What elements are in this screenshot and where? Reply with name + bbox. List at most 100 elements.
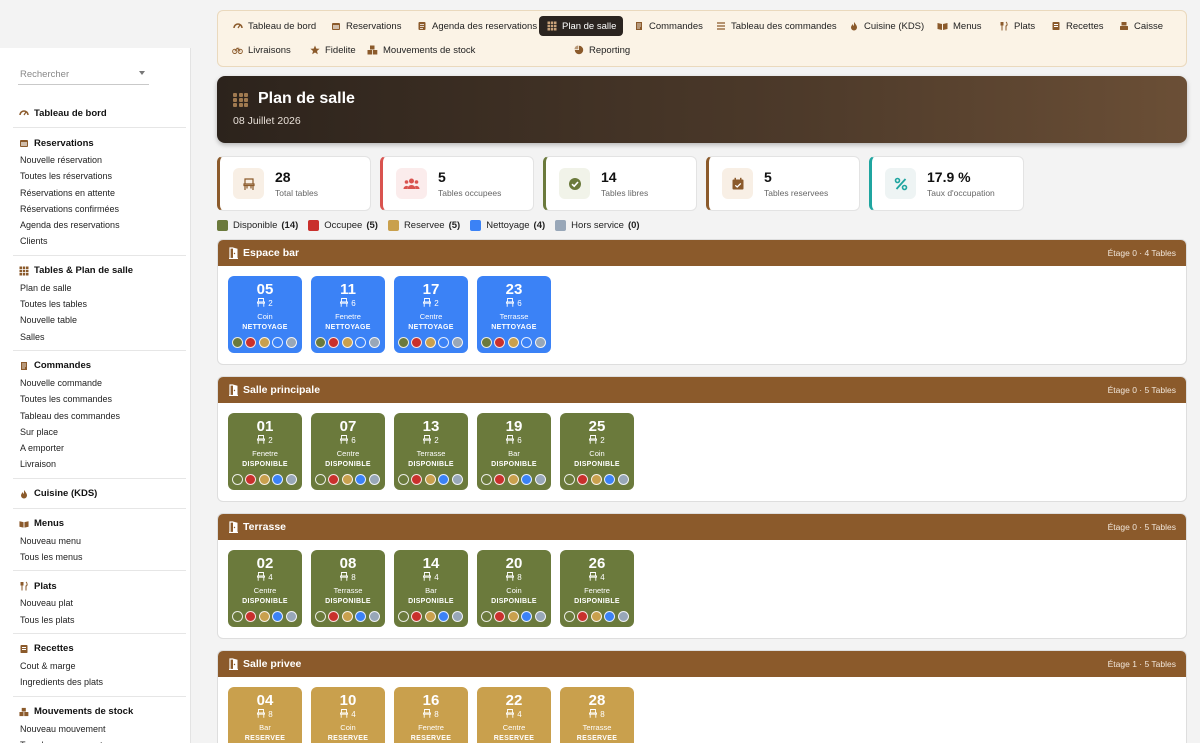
status-dot-disponible[interactable] <box>398 337 409 348</box>
sidebar-item[interactable]: Livraison <box>13 456 186 472</box>
status-dot-occupee[interactable] <box>411 337 423 348</box>
sidebar-group-title[interactable]: Tables & Plan de salle <box>13 262 186 280</box>
status-dot-hors[interactable] <box>285 337 297 348</box>
table-card[interactable]: 23 6 Terrasse NETTOYAGE <box>477 276 551 353</box>
topnav-item[interactable]: Tableau des commandes <box>708 16 844 36</box>
status-dot-hors[interactable] <box>368 474 380 485</box>
status-dot-nettoyage[interactable] <box>272 337 284 348</box>
status-dot-disponible[interactable] <box>232 611 243 622</box>
status-dot-reservee[interactable] <box>258 474 270 485</box>
table-card[interactable]: 14 4 Bar DISPONIBLE <box>394 550 468 627</box>
topnav-item[interactable]: Livraisons <box>225 40 298 60</box>
status-dot-occupee[interactable] <box>245 474 257 485</box>
status-dot-disponible[interactable] <box>232 474 243 485</box>
topnav-item[interactable]: Agenda des reservations <box>409 16 544 36</box>
sidebar-item[interactable]: Nouveau plat <box>13 595 186 611</box>
topnav-item[interactable]: Caisse <box>1111 16 1170 36</box>
status-dot-nettoyage[interactable] <box>604 611 616 622</box>
sidebar-item[interactable]: Sur place <box>13 424 186 440</box>
table-card[interactable]: 08 8 Terrasse DISPONIBLE <box>311 550 385 627</box>
table-card[interactable]: 19 6 Bar DISPONIBLE <box>477 413 551 490</box>
sidebar-group-title[interactable]: Mouvements de stock <box>13 703 186 721</box>
table-card[interactable]: 02 4 Centre DISPONIBLE <box>228 550 302 627</box>
status-dot-reservee[interactable] <box>341 474 353 485</box>
sidebar-item[interactable]: Tous les mouvements <box>13 737 186 743</box>
status-dot-occupee[interactable] <box>245 611 257 622</box>
topnav-item[interactable]: Plan de salle <box>539 16 624 36</box>
status-dot-hors[interactable] <box>368 337 380 348</box>
status-dot-disponible[interactable] <box>315 474 326 485</box>
table-card[interactable]: 01 2 Fenetre DISPONIBLE <box>228 413 302 490</box>
status-dot-nettoyage[interactable] <box>272 474 284 485</box>
status-dot-nettoyage[interactable] <box>355 337 367 348</box>
status-dot-reservee[interactable] <box>341 611 353 622</box>
sidebar-group-title[interactable]: Tableau de bord <box>13 104 186 122</box>
table-card[interactable]: 07 6 Centre DISPONIBLE <box>311 413 385 490</box>
topnav-item[interactable]: Commandes <box>626 16 710 36</box>
status-dot-reservee[interactable] <box>341 337 353 348</box>
status-dot-reservee[interactable] <box>258 611 270 622</box>
status-dot-occupee[interactable] <box>411 474 423 485</box>
status-dot-disponible[interactable] <box>398 474 409 485</box>
sidebar-item[interactable]: Tous les plats <box>13 612 186 628</box>
sidebar-group-title[interactable]: Cuisine (KDS) <box>13 485 186 503</box>
status-dot-disponible[interactable] <box>481 474 492 485</box>
table-card[interactable]: 16 8 Fenetre RESERVEE <box>394 687 468 743</box>
sidebar-item[interactable]: Plan de salle <box>13 280 186 296</box>
sidebar-item[interactable]: Toutes les tables <box>13 296 186 312</box>
topnav-item[interactable]: Mouvements de stock <box>360 40 482 60</box>
table-card[interactable]: 25 2 Coin DISPONIBLE <box>560 413 634 490</box>
status-dot-reservee[interactable] <box>507 474 519 485</box>
status-dot-disponible[interactable] <box>398 611 409 622</box>
status-dot-occupee[interactable] <box>328 337 340 348</box>
sidebar-group-title[interactable]: Commandes <box>13 357 186 375</box>
table-card[interactable]: 28 8 Terrasse RESERVEE <box>560 687 634 743</box>
topnav-item[interactable]: Recettes <box>1043 16 1111 36</box>
status-dot-occupee[interactable] <box>411 611 423 622</box>
sidebar-item[interactable]: Salles <box>13 329 186 345</box>
status-dot-occupee[interactable] <box>328 611 340 622</box>
topnav-item[interactable]: Tableau de bord <box>225 16 323 36</box>
status-dot-reservee[interactable] <box>258 337 270 348</box>
table-card[interactable]: 04 8 Bar RESERVEE <box>228 687 302 743</box>
sidebar-group-title[interactable]: Plats <box>13 577 186 595</box>
topnav-item[interactable]: Cuisine (KDS) <box>841 16 931 36</box>
status-dot-occupee[interactable] <box>494 337 506 348</box>
status-dot-occupee[interactable] <box>494 611 506 622</box>
status-dot-reservee[interactable] <box>590 611 602 622</box>
status-dot-disponible[interactable] <box>232 337 243 348</box>
status-dot-hors[interactable] <box>534 337 546 348</box>
status-dot-nettoyage[interactable] <box>438 611 450 622</box>
status-dot-nettoyage[interactable] <box>521 474 533 485</box>
table-card[interactable]: 22 4 Centre RESERVEE <box>477 687 551 743</box>
status-dot-reservee[interactable] <box>424 337 436 348</box>
sidebar-item[interactable]: Tableau des commandes <box>13 408 186 424</box>
topnav-item[interactable]: Plats <box>991 16 1042 36</box>
status-dot-hors[interactable] <box>451 474 463 485</box>
status-dot-hors[interactable] <box>285 611 297 622</box>
topnav-item[interactable]: Reservations <box>323 16 408 36</box>
status-dot-hors[interactable] <box>534 611 546 622</box>
sidebar-item[interactable]: Tous les menus <box>13 549 186 565</box>
topnav-item[interactable]: Fidelite <box>302 40 363 60</box>
table-card[interactable]: 17 2 Centre NETTOYAGE <box>394 276 468 353</box>
sidebar-item[interactable]: Nouveau mouvement <box>13 721 186 737</box>
status-dot-disponible[interactable] <box>564 611 575 622</box>
sidebar-item[interactable]: Nouvelle table <box>13 312 186 328</box>
status-dot-occupee[interactable] <box>328 474 340 485</box>
status-dot-nettoyage[interactable] <box>355 474 367 485</box>
table-card[interactable]: 13 2 Terrasse DISPONIBLE <box>394 413 468 490</box>
status-dot-nettoyage[interactable] <box>355 611 367 622</box>
status-dot-nettoyage[interactable] <box>438 337 450 348</box>
sidebar-group-title[interactable]: Menus <box>13 515 186 533</box>
table-card[interactable]: 05 2 Coin NETTOYAGE <box>228 276 302 353</box>
status-dot-hors[interactable] <box>368 611 380 622</box>
sidebar-item[interactable]: Réservations confirmées <box>13 201 186 217</box>
status-dot-nettoyage[interactable] <box>272 611 284 622</box>
status-dot-disponible[interactable] <box>481 611 492 622</box>
status-dot-reservee[interactable] <box>507 611 519 622</box>
sidebar-item[interactable]: Nouvelle commande <box>13 375 186 391</box>
sidebar-item[interactable]: Toutes les réservations <box>13 168 186 184</box>
sidebar-item[interactable]: Clients <box>13 233 186 249</box>
status-dot-hors[interactable] <box>451 611 463 622</box>
